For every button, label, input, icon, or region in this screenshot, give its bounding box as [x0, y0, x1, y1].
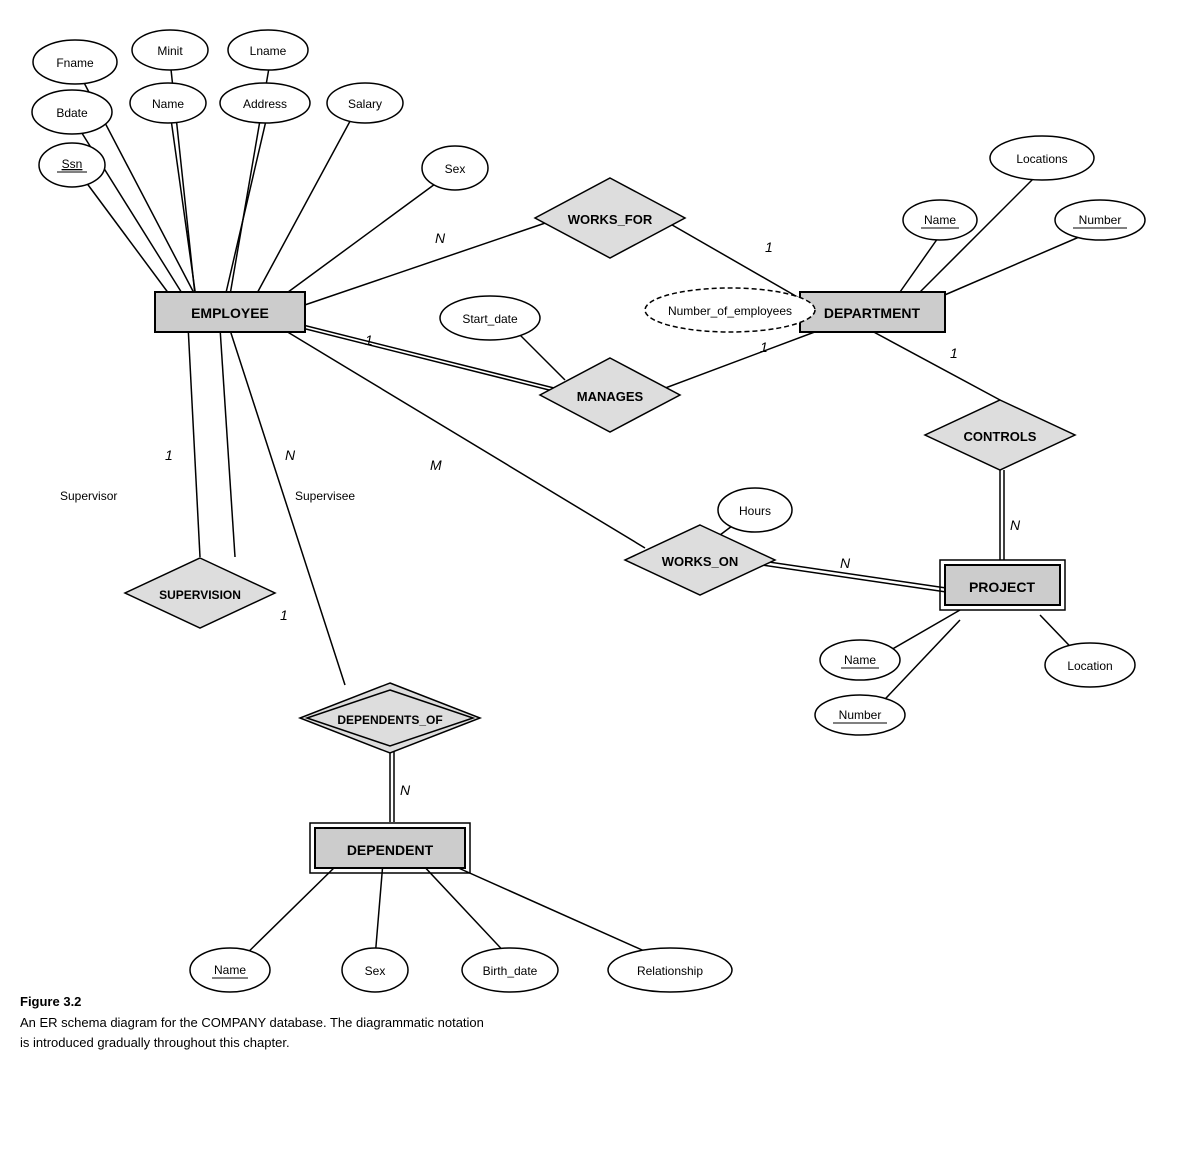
name-dep-attr: Name — [214, 963, 246, 977]
lname-attr: Lname — [250, 44, 287, 58]
relationship-attr: Relationship — [637, 964, 703, 978]
svg-text:N: N — [1010, 517, 1021, 533]
name-proj-attr: Name — [844, 653, 876, 667]
fname-attr: Fname — [56, 56, 94, 70]
location-proj-attr: Location — [1067, 659, 1112, 673]
num-employees-attr: Number_of_employees — [668, 304, 792, 318]
svg-text:N: N — [435, 230, 446, 246]
name-emp-attr: Name — [152, 97, 184, 111]
svg-text:1: 1 — [760, 339, 768, 355]
svg-text:1: 1 — [765, 239, 773, 255]
bdate-attr: Bdate — [56, 106, 88, 120]
dependents-of-label: DEPENDENTS_OF — [337, 713, 442, 727]
figure-caption: Figure 3.2 An ER schema diagram for the … — [20, 994, 720, 1052]
works-for-label: WORKS_FOR — [568, 212, 653, 227]
svg-text:N: N — [400, 782, 411, 798]
figure-label: Figure 3.2 — [20, 994, 720, 1009]
svg-text:Supervisor: Supervisor — [60, 489, 117, 503]
address-attr: Address — [243, 97, 287, 111]
start-date-attr: Start_date — [462, 312, 518, 326]
er-diagram: N 1 1 1 1 N — [0, 0, 1201, 1060]
minit-attr: Minit — [157, 44, 183, 58]
svg-text:N: N — [285, 447, 296, 463]
hours-attr: Hours — [739, 504, 771, 518]
svg-text:1: 1 — [165, 447, 173, 463]
employee-label: EMPLOYEE — [191, 305, 269, 321]
svg-text:1: 1 — [950, 345, 958, 361]
figure-description: An ER schema diagram for the COMPANY dat… — [20, 1013, 720, 1052]
svg-text:Supervisee: Supervisee — [295, 489, 355, 503]
locations-attr: Locations — [1016, 152, 1067, 166]
svg-text:N: N — [840, 555, 851, 571]
svg-text:1: 1 — [280, 607, 288, 623]
number-dept-attr: Number — [1079, 213, 1122, 227]
project-label: PROJECT — [969, 579, 1036, 595]
manages-label: MANAGES — [577, 389, 644, 404]
sex-emp-attr: Sex — [445, 162, 466, 176]
dependent-label: DEPENDENT — [347, 842, 434, 858]
birth-date-attr: Birth_date — [483, 964, 538, 978]
controls-label: CONTROLS — [964, 429, 1037, 444]
svg-text:M: M — [430, 457, 442, 473]
supervision-label: SUPERVISION — [159, 588, 241, 602]
salary-attr: Salary — [348, 97, 382, 111]
svg-text:1: 1 — [365, 332, 373, 348]
name-dept-attr: Name — [924, 213, 956, 227]
ssn-attr: Ssn — [62, 157, 83, 171]
number-proj-attr: Number — [839, 708, 882, 722]
sex-dep-attr: Sex — [365, 964, 386, 978]
works-on-label: WORKS_ON — [662, 554, 739, 569]
department-label: DEPARTMENT — [824, 305, 921, 321]
